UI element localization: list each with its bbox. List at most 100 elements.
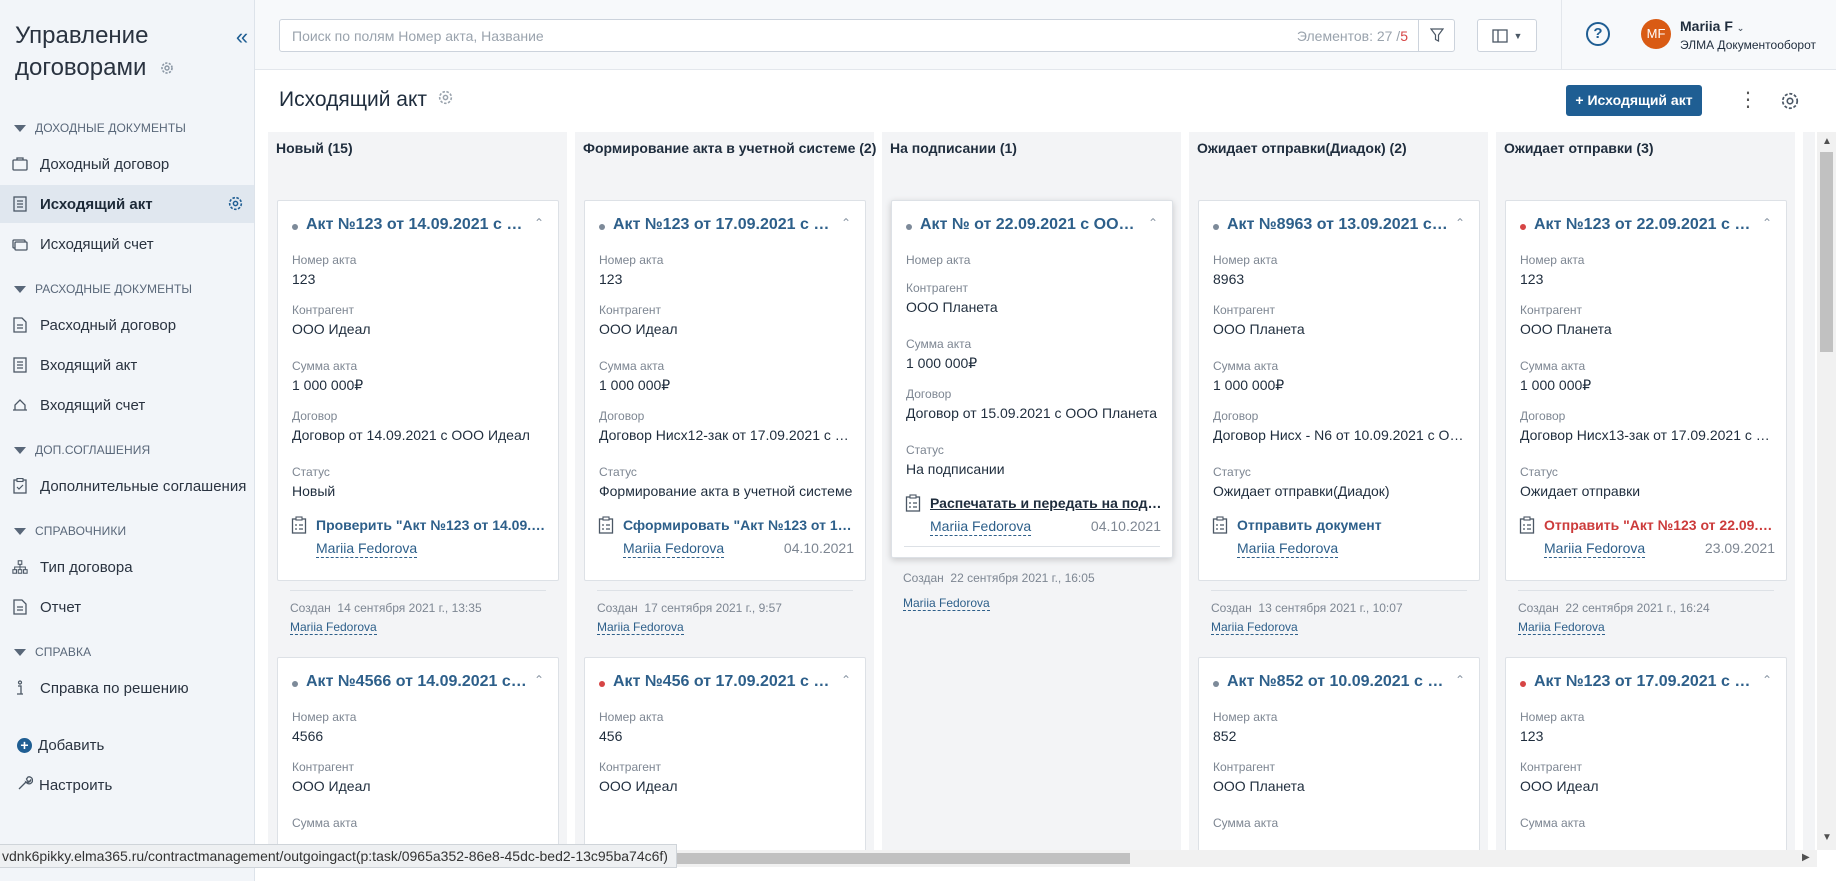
scroll-down-icon[interactable]: ▼ bbox=[1822, 832, 1832, 843]
field-label: Сумма акта bbox=[599, 359, 665, 373]
task-icon bbox=[291, 516, 307, 534]
card-title[interactable]: Акт №8963 от 13.09.2021 с ООО Планета bbox=[1213, 216, 1467, 234]
author-link[interactable]: Mariia Fedorova bbox=[1211, 620, 1298, 635]
sidebar-item-report[interactable]: Отчет bbox=[0, 588, 254, 626]
topbar: Элементов: 27 /5 ▼ ? MF Mariia F ⌄ ЭЛМА … bbox=[255, 0, 1836, 70]
chevron-up-icon[interactable]: ⌃ bbox=[1455, 216, 1467, 230]
element-count: Элементов: 27 /5 bbox=[1297, 28, 1408, 44]
task-link[interactable]: Сформировать "Акт №123 от 17.09.2021 с О… bbox=[623, 517, 859, 533]
sidebar-item-income-contract[interactable]: Доходный договор bbox=[0, 145, 254, 183]
field-value: 123 bbox=[1520, 728, 1544, 744]
search-box: Элементов: 27 /5 bbox=[279, 19, 1455, 52]
assignee-link[interactable]: Mariia Fedorova bbox=[930, 518, 1032, 536]
field-label: Контрагент bbox=[292, 303, 355, 317]
task-link[interactable]: Отправить "Акт №123 от 22.09.2021 с ООО … bbox=[1544, 517, 1780, 533]
help-icon[interactable]: ? bbox=[1586, 22, 1610, 46]
sidebar-item-additional-agreements[interactable]: Дополнительные соглашения bbox=[0, 467, 254, 505]
chevron-up-icon[interactable]: ⌃ bbox=[1762, 216, 1774, 230]
card-title[interactable]: Акт №123 от 22.09.2021 с ООО Планета bbox=[1520, 216, 1774, 234]
card-title[interactable]: Акт №123 от 17.09.2021 с ООО Идеал bbox=[1520, 673, 1774, 691]
chevron-up-icon[interactable]: ⌃ bbox=[1762, 673, 1774, 687]
act-card[interactable]: Акт №123 от 17.09.2021 с ООО Идеал ⌃ Ном… bbox=[584, 200, 866, 635]
chevron-up-icon[interactable]: ⌃ bbox=[1148, 216, 1160, 230]
scrollbar-thumb[interactable] bbox=[1820, 152, 1833, 352]
act-card[interactable]: Акт №123 от 17.09.2021 с ООО Идеал ⌃ Ном… bbox=[1505, 657, 1787, 850]
task-link[interactable]: Распечатать и передать на подписание bbox=[930, 495, 1166, 511]
more-options-icon[interactable]: ⋮ bbox=[1738, 88, 1758, 114]
card-title[interactable]: Акт №852 от 10.09.2021 с ООО Планета bbox=[1213, 673, 1467, 691]
card-title[interactable]: Акт №456 от 17.09.2021 с ООО Идеал bbox=[599, 673, 853, 691]
field-label: Статус bbox=[292, 465, 330, 479]
act-card[interactable]: Акт №4566 от 14.09.2021 с ООО Идеал ⌃ Но… bbox=[277, 657, 559, 850]
search-input[interactable] bbox=[280, 20, 1240, 51]
chevron-up-icon[interactable]: ⌃ bbox=[534, 216, 546, 230]
create-outgoing-act-button[interactable]: + Исходящий акт bbox=[1566, 85, 1702, 116]
gear-icon[interactable] bbox=[227, 195, 244, 216]
act-card[interactable]: Акт №8963 от 13.09.2021 с ООО Планета ⌃ … bbox=[1198, 200, 1480, 635]
field-value: 123 bbox=[1520, 271, 1544, 287]
card-title[interactable]: Акт № от 22.09.2021 с ООО Планета bbox=[906, 216, 1160, 234]
field-label: Сумма акта bbox=[1213, 816, 1279, 830]
sidebar-item-outgoing-act[interactable]: Исходящий акт bbox=[0, 185, 254, 223]
configure-button[interactable]: Настроить bbox=[17, 775, 112, 795]
section-income-documents[interactable]: ДОХОДНЫЕ ДОКУМЕНТЫ bbox=[14, 121, 186, 135]
sidebar-item-label: Справка по решению bbox=[40, 679, 189, 697]
chevron-up-icon[interactable]: ⌃ bbox=[534, 673, 546, 687]
assignee-link[interactable]: Mariia Fedorova bbox=[316, 540, 418, 558]
status-url: vdnk6pikky.elma365.ru/contractmanagement… bbox=[0, 844, 677, 868]
author-link[interactable]: Mariia Fedorova bbox=[1518, 620, 1605, 635]
act-card[interactable]: Акт № от 22.09.2021 с ООО Планета ⌃ Номе… bbox=[891, 200, 1173, 558]
sidebar-item-expense-contract[interactable]: Расходный договор bbox=[0, 306, 254, 344]
view-mode-button[interactable]: ▼ bbox=[1477, 19, 1537, 52]
sidebar-item-incoming-invoice[interactable]: Входящий счет bbox=[0, 386, 254, 424]
act-card[interactable]: Акт №123 от 22.09.2021 с ООО Планета ⌃ Н… bbox=[1505, 200, 1787, 635]
collapse-sidebar-icon[interactable]: « bbox=[233, 26, 251, 48]
user-menu[interactable]: Mariia F ⌄ bbox=[1680, 18, 1744, 34]
filter-button[interactable] bbox=[1418, 20, 1454, 51]
field-label: Сумма акта bbox=[292, 359, 358, 373]
field-label: Договор bbox=[292, 409, 338, 423]
author-link[interactable]: Mariia Fedorova bbox=[903, 596, 990, 611]
gear-icon[interactable] bbox=[437, 88, 454, 112]
card-title[interactable]: Акт №4566 от 14.09.2021 с ООО Идеал bbox=[292, 673, 546, 691]
chevron-down-icon: ▼ bbox=[1513, 30, 1523, 41]
section-references[interactable]: СПРАВОЧНИКИ bbox=[14, 524, 126, 538]
field-value: ООО Идеал bbox=[1520, 778, 1599, 794]
settings-gear-icon[interactable] bbox=[1780, 91, 1800, 116]
chevron-up-icon[interactable]: ⌃ bbox=[841, 216, 853, 230]
card-title[interactable]: Акт №123 от 14.09.2021 с ООО Идеал bbox=[292, 216, 546, 234]
section-additional-agreements[interactable]: ДОП.СОГЛАШЕНИЯ bbox=[14, 443, 150, 457]
created-label: Создан bbox=[903, 571, 944, 585]
section-label: СПРАВОЧНИКИ bbox=[35, 524, 127, 538]
section-help[interactable]: СПРАВКА bbox=[14, 645, 91, 659]
sidebar-item-solution-help[interactable]: Справка по решению bbox=[0, 669, 254, 707]
field-value: 123 bbox=[599, 271, 623, 287]
author-link[interactable]: Mariia Fedorova bbox=[290, 620, 377, 635]
act-card[interactable]: Акт №852 от 10.09.2021 с ООО Планета ⌃ Н… bbox=[1198, 657, 1480, 850]
chevron-up-icon[interactable]: ⌃ bbox=[1455, 673, 1467, 687]
task-link[interactable]: Проверить "Акт №123 от 14.09.2021 с ООО … bbox=[316, 517, 552, 533]
chevron-up-icon[interactable]: ⌃ bbox=[841, 673, 853, 687]
field-value: 456 bbox=[599, 728, 623, 744]
task-due-date: 23.09.2021 bbox=[1704, 540, 1775, 556]
section-expense-documents[interactable]: РАСХОДНЫЕ ДОКУМЕНТЫ bbox=[14, 282, 192, 296]
add-button[interactable]: + Добавить bbox=[17, 737, 104, 754]
author-link[interactable]: Mariia Fedorova bbox=[597, 620, 684, 635]
avatar[interactable]: MF bbox=[1641, 19, 1671, 49]
scroll-up-icon[interactable]: ▲ bbox=[1822, 136, 1832, 147]
assignee-link[interactable]: Mariia Fedorova bbox=[1237, 540, 1339, 558]
caret-down-icon bbox=[14, 648, 26, 656]
sidebar-item-incoming-act[interactable]: Входящий акт bbox=[0, 346, 254, 384]
vertical-scrollbar[interactable]: ▲ ▼ bbox=[1817, 132, 1836, 850]
sidebar-item-outgoing-invoice[interactable]: Исходящий счет bbox=[0, 225, 254, 263]
scroll-right-icon[interactable]: ▶ bbox=[1802, 852, 1810, 863]
sidebar-item-contract-type[interactable]: Тип договора bbox=[0, 548, 254, 586]
task-link[interactable]: Отправить документ bbox=[1237, 517, 1473, 533]
act-card[interactable]: Акт №123 от 14.09.2021 с ООО Идеал ⌃ Ном… bbox=[277, 200, 559, 635]
column-title: Новый (15) bbox=[276, 140, 353, 156]
gear-icon[interactable] bbox=[159, 53, 175, 85]
card-title[interactable]: Акт №123 от 17.09.2021 с ООО Идеал bbox=[599, 216, 853, 234]
assignee-link[interactable]: Mariia Fedorova bbox=[1544, 540, 1646, 558]
act-card[interactable]: Акт №456 от 17.09.2021 с ООО Идеал ⌃ Ном… bbox=[584, 657, 866, 850]
assignee-link[interactable]: Mariia Fedorova bbox=[623, 540, 725, 558]
